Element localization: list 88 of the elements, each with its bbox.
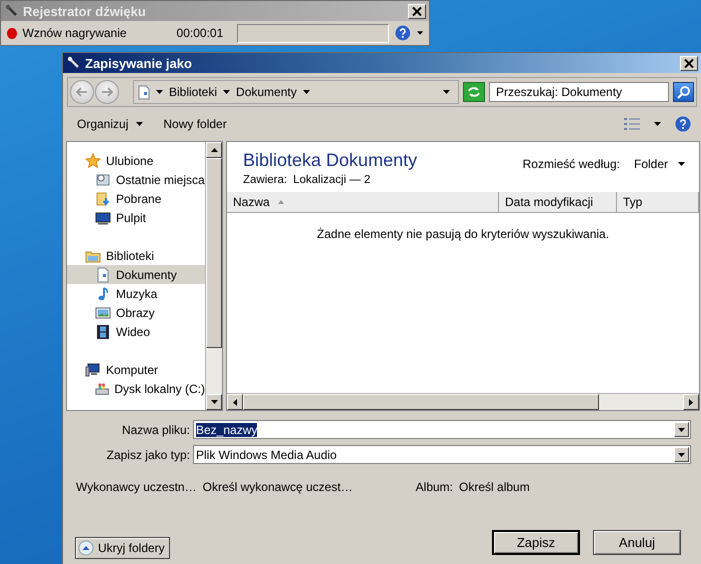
search-field[interactable]: Przeszukaj: Dokumenty bbox=[489, 82, 669, 102]
dropdown-caret-icon bbox=[678, 428, 685, 432]
nav-item[interactable]: Wideo bbox=[67, 322, 205, 341]
dropdown-caret-icon bbox=[443, 90, 450, 94]
scroll-left-button[interactable] bbox=[227, 394, 243, 410]
microphone-icon bbox=[5, 4, 19, 18]
search-button[interactable] bbox=[673, 82, 694, 102]
video-icon bbox=[95, 324, 111, 340]
download-icon bbox=[95, 190, 111, 206]
view-list-icon[interactable] bbox=[624, 117, 640, 131]
contains-value: Lokalizacji — 2 bbox=[293, 174, 370, 186]
nav-item[interactable]: Dokumenty bbox=[67, 265, 205, 284]
scroll-down-button[interactable] bbox=[206, 394, 222, 410]
computer-icon bbox=[85, 362, 101, 378]
nav-item[interactable]: Obrazy bbox=[67, 303, 205, 322]
close-icon bbox=[684, 58, 694, 68]
resume-recording-button[interactable]: Wznów nagrywanie bbox=[22, 26, 127, 40]
caret-icon bbox=[678, 162, 685, 166]
forward-arrow-icon bbox=[101, 87, 113, 97]
combo-field[interactable]: Plik Windows Media Audio bbox=[193, 445, 691, 464]
scroll-up-button[interactable] bbox=[206, 142, 222, 158]
cancel-button[interactable]: Anuluj bbox=[593, 530, 681, 555]
help-icon[interactable] bbox=[395, 24, 411, 42]
metadata-label: Album: bbox=[416, 480, 454, 494]
sort-arrow-icon bbox=[278, 200, 284, 204]
drive-icon bbox=[95, 380, 110, 396]
arrange-label: Rozmieść według: bbox=[522, 157, 620, 171]
metadata-value[interactable]: Określ wykonawcę uczest… bbox=[202, 480, 353, 494]
refresh-button[interactable] bbox=[463, 82, 485, 102]
scrollbar-thumb[interactable] bbox=[243, 394, 599, 410]
library-title: Biblioteka Dokumenty bbox=[243, 150, 418, 171]
collapse-icon bbox=[78, 540, 94, 556]
window-title: Rejestrator dźwięku bbox=[23, 4, 147, 18]
combo-field[interactable]: Bez_nazwy bbox=[193, 420, 691, 439]
organize-button[interactable]: Organizuj bbox=[77, 117, 144, 131]
refresh-icon bbox=[467, 86, 481, 98]
empty-message: Żadne elementy nie pasują do kryteriów wyszukiwania. bbox=[316, 227, 610, 243]
breadcrumb-item[interactable]: Dokumenty bbox=[236, 85, 297, 99]
address-bar[interactable]: Biblioteki Dokumenty bbox=[133, 80, 459, 104]
nav-item[interactable]: Ulubione bbox=[67, 151, 205, 170]
column-header[interactable]: Nazwa bbox=[227, 192, 499, 212]
save-button[interactable]: Zapisz bbox=[492, 530, 580, 555]
star-icon bbox=[85, 152, 101, 168]
nav-item[interactable]: Dysk lokalny (C:) bbox=[67, 379, 205, 398]
nav-item[interactable]: Pobrane bbox=[67, 189, 205, 208]
document-icon bbox=[138, 84, 150, 100]
nav-item[interactable]: Komputer bbox=[67, 360, 205, 379]
contains-label: Zawiera: bbox=[243, 174, 288, 186]
nav-item[interactable]: Ostatnie miejsca bbox=[67, 170, 205, 189]
arrange-dropdown[interactable]: Folder bbox=[634, 157, 685, 171]
close-button[interactable] bbox=[680, 56, 698, 70]
document-icon bbox=[95, 266, 111, 282]
hide-folders-button[interactable]: Ukryj foldery bbox=[75, 537, 170, 559]
nav-item[interactable]: Pulpit bbox=[67, 208, 205, 227]
caret-icon bbox=[302, 90, 310, 94]
dropdown-caret-icon bbox=[416, 31, 424, 35]
recent-icon bbox=[95, 172, 111, 188]
nav-item[interactable]: Muzyka bbox=[67, 284, 205, 303]
column-header[interactable]: Data modyfikacji bbox=[499, 192, 617, 212]
close-button[interactable] bbox=[408, 4, 426, 18]
dropdown-caret-icon bbox=[678, 452, 685, 456]
field-label: Nazwa pliku: bbox=[120, 422, 190, 436]
dropdown-caret-icon bbox=[654, 122, 661, 126]
caret-icon bbox=[156, 90, 163, 94]
back-arrow-icon bbox=[76, 87, 88, 97]
caret-icon bbox=[223, 90, 230, 94]
column-header[interactable]: Typ bbox=[617, 192, 699, 212]
up-arrow-icon bbox=[210, 148, 218, 152]
elapsed-time: 00:00:01 bbox=[176, 26, 224, 40]
picture-icon bbox=[95, 304, 111, 320]
left-arrow-icon bbox=[233, 398, 237, 406]
microphone-icon bbox=[67, 56, 81, 70]
field-label: Zapisz jako typ: bbox=[106, 448, 190, 462]
down-arrow-icon bbox=[210, 400, 218, 404]
caret-icon bbox=[136, 122, 144, 126]
help-icon[interactable] bbox=[675, 116, 691, 132]
scroll-right-button[interactable] bbox=[683, 394, 699, 410]
metadata-value[interactable]: Określ album bbox=[459, 480, 530, 494]
record-icon bbox=[7, 28, 16, 38]
window-title: Zapisywanie jako bbox=[85, 56, 193, 70]
new-folder-button[interactable]: Nowy folder bbox=[163, 117, 227, 131]
close-icon bbox=[412, 6, 422, 16]
nav-item[interactable]: Biblioteki bbox=[67, 246, 205, 265]
metadata-label: Wykonawcy uczestn… bbox=[76, 480, 197, 494]
desktop-icon bbox=[95, 210, 111, 226]
right-arrow-icon bbox=[689, 398, 693, 406]
scrollbar-thumb[interactable] bbox=[206, 158, 222, 348]
breadcrumb-item[interactable]: Biblioteki bbox=[169, 85, 218, 99]
